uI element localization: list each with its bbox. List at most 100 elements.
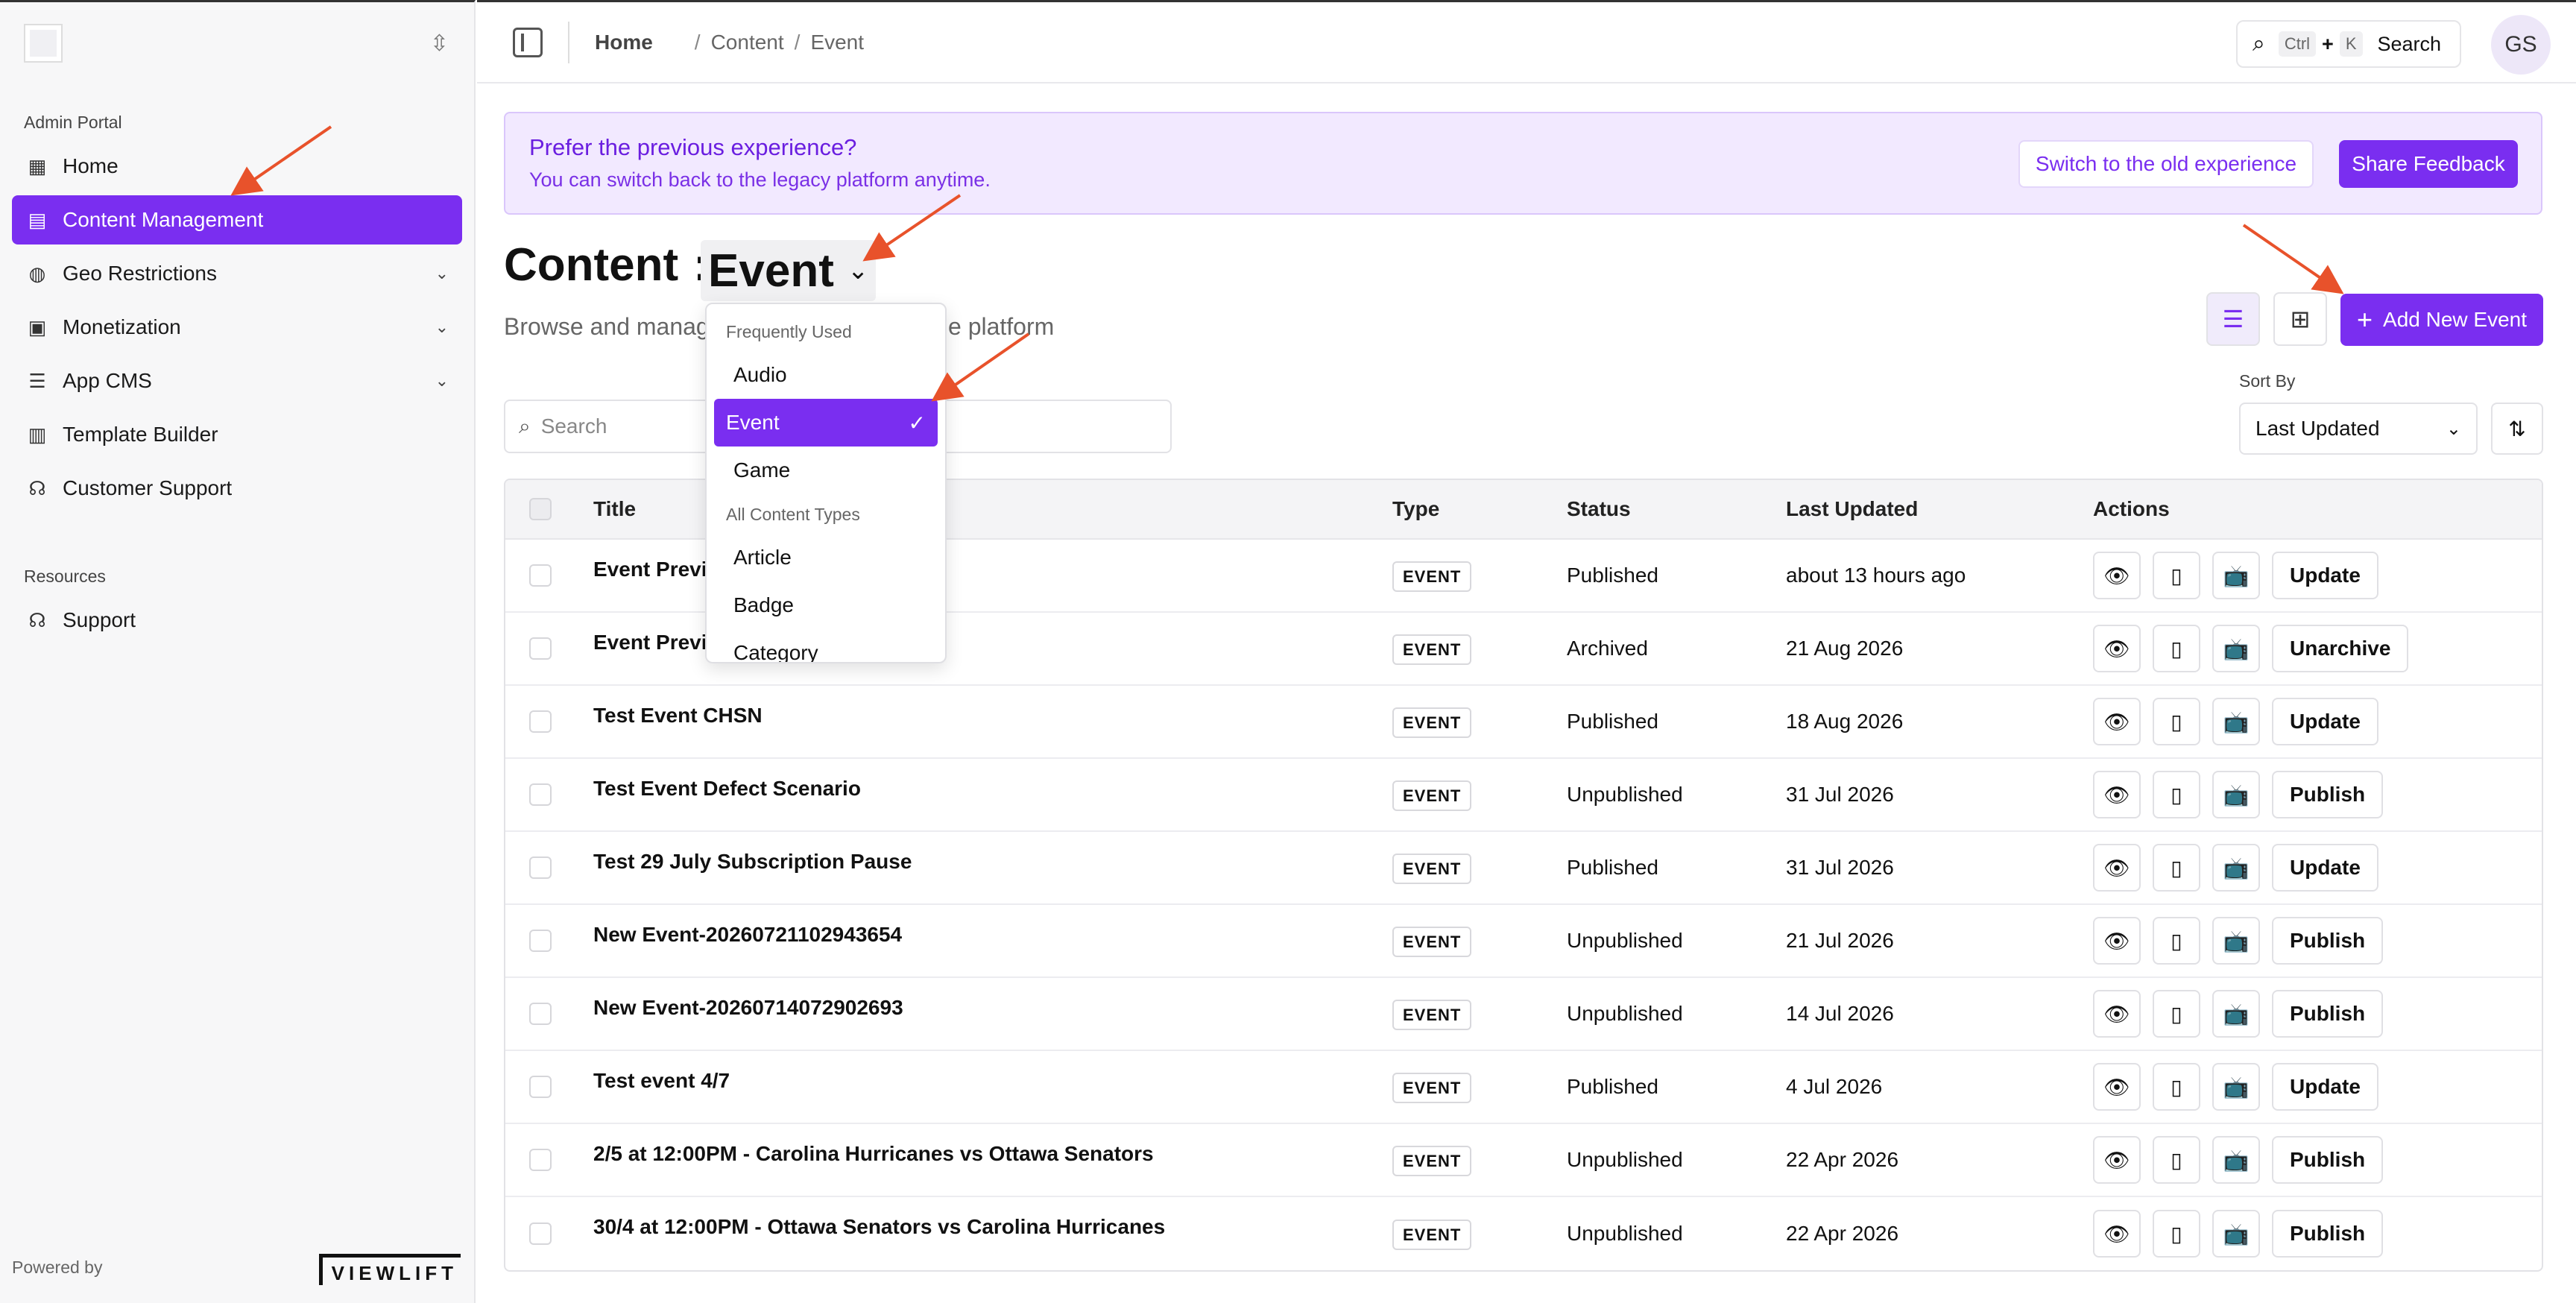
tv-preview-icon[interactable]: 📺 bbox=[2212, 990, 2260, 1038]
sidebar-item-app-cms[interactable]: ☰ App CMS ⌄ bbox=[12, 356, 462, 406]
row-checkbox[interactable] bbox=[529, 930, 552, 952]
mobile-preview-icon[interactable]: ▯ bbox=[2153, 771, 2200, 818]
content-type-select[interactable]: Event ⌄ bbox=[701, 240, 877, 301]
add-new-event-button[interactable]: + Add New Event bbox=[2340, 294, 2543, 346]
row-title[interactable]: 2/5 at 12:00PM - Carolina Hurricanes vs … bbox=[593, 1142, 1154, 1166]
row-checkbox[interactable] bbox=[529, 783, 552, 806]
select-all-checkbox[interactable] bbox=[529, 498, 552, 520]
preview-eye-icon[interactable]: 👁 bbox=[2093, 1136, 2141, 1184]
sidebar-item-support[interactable]: ☊ Support bbox=[12, 596, 462, 645]
row-action-button[interactable]: Publish bbox=[2272, 990, 2384, 1038]
chevron-down-icon[interactable]: ⌄ bbox=[435, 264, 449, 283]
preview-eye-icon[interactable]: 👁 bbox=[2093, 844, 2141, 892]
tv-preview-icon[interactable]: 📺 bbox=[2212, 552, 2260, 599]
preview-eye-icon[interactable]: 👁 bbox=[2093, 1063, 2141, 1111]
workspace-switcher[interactable]: ⇳ bbox=[0, 2, 474, 84]
row-action-button[interactable]: Publish bbox=[2272, 771, 2384, 818]
tv-preview-icon[interactable]: 📺 bbox=[2212, 1136, 2260, 1184]
row-title[interactable]: Event Previe bbox=[593, 558, 719, 581]
table-row[interactable]: 2/5 at 12:00PM - Carolina Hurricanes vs … bbox=[505, 1124, 2542, 1197]
table-row[interactable]: Test Event CHSN EVENT Published 18 Aug 2… bbox=[505, 686, 2542, 759]
row-action-button[interactable]: Update bbox=[2272, 844, 2378, 892]
grid-view-icon[interactable]: ⊞ bbox=[2273, 292, 2327, 346]
mobile-preview-icon[interactable]: ▯ bbox=[2153, 917, 2200, 965]
panel-toggle-icon[interactable] bbox=[513, 27, 543, 57]
row-title[interactable]: Test event 4/7 bbox=[593, 1069, 730, 1093]
switch-old-experience-button[interactable]: Switch to the old experience bbox=[2018, 140, 2314, 188]
sidebar-item-home[interactable]: ▦ Home bbox=[12, 142, 462, 191]
row-title[interactable]: Test Event Defect Scenario bbox=[593, 777, 861, 801]
preview-eye-icon[interactable]: 👁 bbox=[2093, 552, 2141, 599]
tv-preview-icon[interactable]: 📺 bbox=[2212, 625, 2260, 672]
row-checkbox[interactable] bbox=[529, 1003, 552, 1025]
sidebar-item-template-builder[interactable]: ▥ Template Builder bbox=[12, 410, 462, 459]
row-checkbox[interactable] bbox=[529, 1076, 552, 1098]
row-checkbox[interactable] bbox=[529, 637, 552, 660]
row-action-button[interactable]: Publish bbox=[2272, 917, 2384, 965]
sidebar-item-monetization[interactable]: ▣ Monetization ⌄ bbox=[12, 303, 462, 352]
header-title[interactable]: Title bbox=[593, 497, 636, 521]
tv-preview-icon[interactable]: 📺 bbox=[2212, 1063, 2260, 1111]
sidebar-item-content-management[interactable]: ▤ Content Management bbox=[12, 195, 462, 244]
mobile-preview-icon[interactable]: ▯ bbox=[2153, 1136, 2200, 1184]
mobile-preview-icon[interactable]: ▯ bbox=[2153, 1210, 2200, 1258]
preview-eye-icon[interactable]: 👁 bbox=[2093, 990, 2141, 1038]
row-title[interactable]: New Event-20260721102943654 bbox=[593, 923, 902, 947]
tv-preview-icon[interactable]: 📺 bbox=[2212, 1210, 2260, 1258]
table-row[interactable]: Test Event Defect Scenario EVENT Unpubli… bbox=[505, 759, 2542, 832]
preview-eye-icon[interactable]: 👁 bbox=[2093, 1210, 2141, 1258]
sort-by-select[interactable]: Last Updated ⌄ bbox=[2239, 403, 2478, 455]
row-checkbox[interactable] bbox=[529, 710, 552, 733]
dropdown-option-badge[interactable]: Badge bbox=[714, 581, 938, 629]
row-title[interactable]: 30/4 at 12:00PM - Ottawa Senators vs Car… bbox=[593, 1215, 1165, 1239]
sidebar-item-customer-support[interactable]: ☊ Customer Support bbox=[12, 464, 462, 513]
row-title[interactable]: New Event-20260714072902693 bbox=[593, 996, 903, 1020]
table-row[interactable]: 30/4 at 12:00PM - Ottawa Senators vs Car… bbox=[505, 1197, 2542, 1270]
share-feedback-button[interactable]: Share Feedback bbox=[2339, 140, 2518, 188]
table-row[interactable]: New Event-20260714072902693 EVENT Unpubl… bbox=[505, 978, 2542, 1051]
row-action-button[interactable]: Update bbox=[2272, 552, 2378, 599]
preview-eye-icon[interactable]: 👁 bbox=[2093, 625, 2141, 672]
row-action-button[interactable]: Unarchive bbox=[2272, 625, 2409, 672]
row-title[interactable]: Event Previe bbox=[593, 631, 719, 654]
breadcrumb-home[interactable]: Home bbox=[595, 31, 653, 54]
preview-eye-icon[interactable]: 👁 bbox=[2093, 917, 2141, 965]
chevron-down-icon[interactable]: ⌄ bbox=[435, 318, 449, 337]
table-row[interactable]: Test event 4/7 EVENT Published 4 Jul 202… bbox=[505, 1051, 2542, 1124]
row-action-button[interactable]: Publish bbox=[2272, 1210, 2384, 1258]
mobile-preview-icon[interactable]: ▯ bbox=[2153, 844, 2200, 892]
tv-preview-icon[interactable]: 📺 bbox=[2212, 771, 2260, 818]
mobile-preview-icon[interactable]: ▯ bbox=[2153, 552, 2200, 599]
row-checkbox[interactable] bbox=[529, 564, 552, 587]
row-checkbox[interactable] bbox=[529, 1222, 552, 1245]
row-action-button[interactable]: Publish bbox=[2272, 1136, 2384, 1184]
sidebar-item-geo-restrictions[interactable]: ◍ Geo Restrictions ⌄ bbox=[12, 249, 462, 298]
mobile-preview-icon[interactable]: ▯ bbox=[2153, 1063, 2200, 1111]
preview-eye-icon[interactable]: 👁 bbox=[2093, 771, 2141, 818]
list-view-icon[interactable]: ☰ bbox=[2206, 292, 2260, 346]
row-title[interactable]: Test Event CHSN bbox=[593, 704, 763, 728]
preview-eye-icon[interactable]: 👁 bbox=[2093, 698, 2141, 745]
dropdown-option-audio[interactable]: Audio bbox=[714, 351, 938, 399]
mobile-preview-icon[interactable]: ▯ bbox=[2153, 698, 2200, 745]
row-checkbox[interactable] bbox=[529, 1149, 552, 1171]
chevron-down-icon[interactable]: ⌄ bbox=[435, 371, 449, 391]
chevron-up-down-icon[interactable]: ⇳ bbox=[430, 31, 449, 57]
global-search-button[interactable]: ⌕ Ctrl + K Search bbox=[2236, 20, 2461, 68]
row-action-button[interactable]: Update bbox=[2272, 1063, 2378, 1111]
tv-preview-icon[interactable]: 📺 bbox=[2212, 844, 2260, 892]
avatar[interactable]: GS bbox=[2491, 15, 2551, 75]
dropdown-option-event[interactable]: Event ✓ bbox=[714, 399, 938, 447]
dropdown-option-article[interactable]: Article bbox=[714, 534, 938, 581]
tv-preview-icon[interactable]: 📺 bbox=[2212, 698, 2260, 745]
breadcrumb-content[interactable]: Content bbox=[711, 31, 784, 54]
dropdown-option-category[interactable]: Category bbox=[714, 629, 938, 662]
row-checkbox[interactable] bbox=[529, 856, 552, 879]
dropdown-option-game[interactable]: Game bbox=[714, 447, 938, 494]
tv-preview-icon[interactable]: 📺 bbox=[2212, 917, 2260, 965]
row-action-button[interactable]: Update bbox=[2272, 698, 2378, 745]
row-title[interactable]: Test 29 July Subscription Pause bbox=[593, 850, 912, 874]
mobile-preview-icon[interactable]: ▯ bbox=[2153, 625, 2200, 672]
mobile-preview-icon[interactable]: ▯ bbox=[2153, 990, 2200, 1038]
table-row[interactable]: Test 29 July Subscription Pause EVENT Pu… bbox=[505, 832, 2542, 905]
